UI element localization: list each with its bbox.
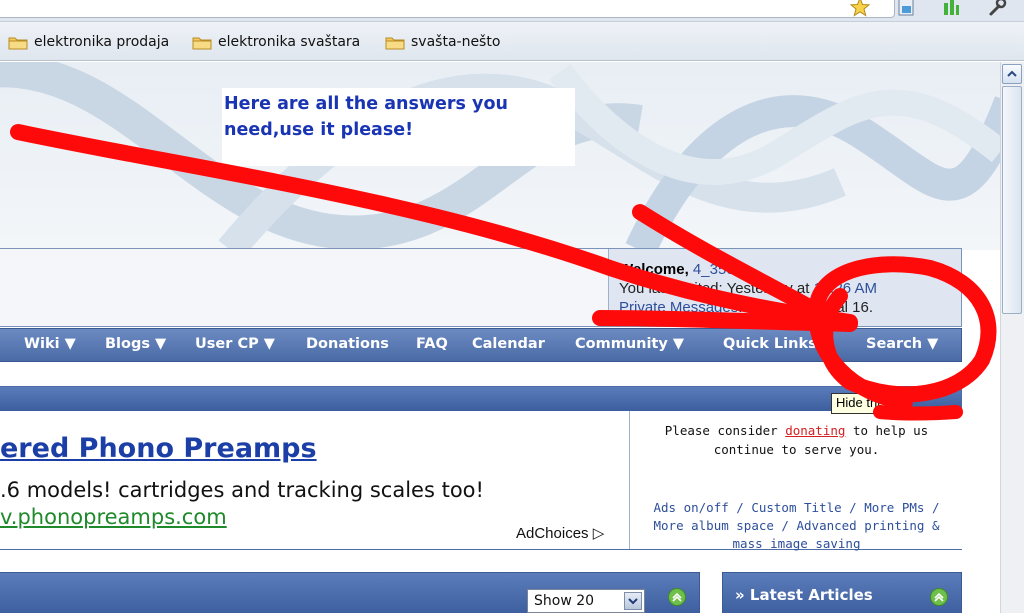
adchoices-link[interactable]: AdChoices ▷: [516, 524, 604, 542]
chevron-down-icon[interactable]: [624, 592, 642, 610]
folder-icon: [192, 37, 212, 49]
collapse-icon[interactable]: [930, 588, 948, 606]
pm-counts: Unread 0, Total 16.: [746, 299, 874, 316]
perks-line1[interactable]: Ads on/off / Custom Title / More PMs /: [654, 500, 940, 515]
header-strip: Welcome, 4_350 You last visited: Yesterd…: [0, 248, 962, 327]
ad-box-header: [0, 387, 961, 411]
last-visited-time: 10:26 AM: [813, 280, 877, 297]
ad-url-link[interactable]: v.phonopreamps.com: [0, 505, 227, 529]
welcome-greeting: Welcome,: [619, 261, 689, 278]
ad-box: ered Phono Preamps .6 models! cartridges…: [0, 386, 963, 551]
page-icon[interactable]: [896, 0, 916, 17]
nav-blogs[interactable]: Blogs ▼: [105, 336, 166, 352]
folder-icon: [385, 37, 405, 49]
wrench-icon[interactable]: [987, 0, 1007, 17]
star-icon[interactable]: [850, 0, 870, 17]
scroll-up-button[interactable]: [1002, 64, 1022, 84]
donate-prefix: Please consider: [664, 423, 778, 438]
nav-wiki[interactable]: Wiki ▼: [24, 336, 76, 352]
content-box-header: Show 20: [0, 572, 700, 613]
donate-suffix: to help us: [852, 423, 929, 438]
donate-message: Please consider donating to help us cont…: [630, 421, 963, 459]
nav-quick-links[interactable]: Quick Links ▼: [723, 336, 833, 352]
perks-line3[interactable]: mass image saving: [733, 536, 861, 551]
donate-perks: Ads on/off / Custom Title / More PMs / M…: [630, 499, 963, 553]
perks-line2[interactable]: More album space / Advanced printing &: [654, 518, 940, 533]
address-bar[interactable]: [0, 0, 895, 18]
show-count-select[interactable]: Show 20: [527, 589, 645, 613]
last-visited-text: You last visited: Yesterday at: [619, 280, 810, 297]
browser-toolbar: [0, 0, 1024, 22]
latest-articles-header: » Latest Articles: [722, 572, 962, 613]
banner-note: Here are all the answers you need,use it…: [222, 88, 575, 166]
latest-articles-title: » Latest Articles: [735, 586, 873, 604]
ad-description: .6 models! cartridges and tracking scale…: [0, 478, 484, 502]
vertical-scrollbar[interactable]: [1000, 62, 1024, 613]
bookmark-item[interactable]: svašta-nešto: [385, 32, 500, 52]
collapse-icon[interactable]: [668, 588, 686, 606]
main-navbar: Wiki ▼ Blogs ▼ User CP ▼ Donations FAQ C…: [0, 328, 962, 362]
welcome-box: Welcome, 4_350 You last visited: Yesterd…: [608, 249, 961, 326]
donating-link[interactable]: donating: [785, 423, 845, 438]
folder-icon: [8, 37, 28, 49]
bookmark-item[interactable]: elektronika svaštara: [192, 32, 360, 52]
bookmarks-bar: elektronika prodaja elektronika svaštara…: [0, 22, 1024, 61]
donate-line2: continue to serve you.: [713, 442, 880, 457]
private-messages-link[interactable]: Private Messages: [619, 299, 738, 316]
web-page: Here are all the answers you need,use it…: [0, 62, 1000, 613]
bookmark-label: elektronika prodaja: [34, 34, 170, 50]
nav-donations[interactable]: Donations: [306, 336, 389, 352]
site-banner: Here are all the answers you need,use it…: [0, 62, 1000, 250]
hide-this-tooltip: Hide this!: [831, 393, 896, 414]
show-count-value: Show 20: [534, 593, 595, 609]
nav-faq[interactable]: FAQ: [416, 336, 448, 352]
bookmark-label: elektronika svaštara: [218, 34, 361, 50]
ad-title-link[interactable]: ered Phono Preamps: [0, 433, 317, 464]
bookmark-label: svašta-nešto: [411, 34, 501, 50]
nav-calendar[interactable]: Calendar: [472, 336, 545, 352]
nav-user-cp[interactable]: User CP ▼: [195, 336, 275, 352]
username-link[interactable]: 4_350: [693, 261, 735, 278]
nav-search[interactable]: Search ▼: [866, 336, 938, 352]
nav-community[interactable]: Community ▼: [575, 336, 684, 352]
extension-bars-icon[interactable]: [941, 0, 961, 17]
bookmark-item[interactable]: elektronika prodaja: [8, 32, 169, 52]
donate-panel: Please consider donating to help us cont…: [629, 411, 963, 551]
scroll-thumb[interactable]: [1002, 86, 1022, 314]
